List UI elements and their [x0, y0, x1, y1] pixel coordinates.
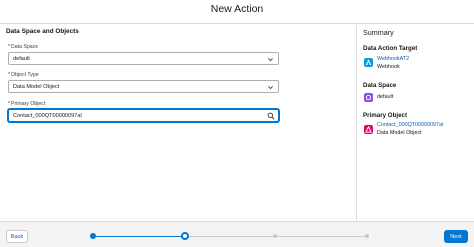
progress-step-4[interactable] — [365, 234, 369, 238]
page-title: New Action — [210, 3, 264, 15]
data-space-label-text: Data Space — [11, 44, 39, 50]
target-type: Webhook — [377, 64, 400, 70]
data-space-select[interactable]: default — [8, 52, 279, 65]
primary-object-heading: Primary Object — [363, 112, 408, 119]
webhook-icon — [364, 58, 373, 67]
back-button[interactable]: Back — [6, 230, 28, 243]
summary-title: Summary — [363, 28, 394, 37]
object-icon — [364, 125, 373, 134]
target-name-link[interactable]: WebhookAT2 — [377, 56, 409, 62]
primary-object-label: *Primary Object — [8, 101, 45, 107]
object-type-value: Data Model Object — [13, 83, 60, 90]
data-space-summary-value: default — [377, 94, 394, 100]
required-mark: * — [8, 101, 11, 107]
object-type-label: *Object Type — [8, 72, 39, 78]
modal-header: New Action — [0, 0, 474, 24]
next-button[interactable]: Next — [444, 230, 468, 243]
primary-object-search-input[interactable]: Contact_000QT00000097al — [8, 109, 279, 122]
progress-step-2[interactable] — [181, 232, 189, 240]
progress-step-3[interactable] — [273, 234, 277, 238]
primary-object-link[interactable]: Contact_000QT00000097al — [377, 122, 443, 128]
primary-object-type: Data Model Object — [377, 130, 422, 136]
form-panel: Data Space and Objects *Data Space defau… — [0, 25, 356, 221]
section-title: Data Space and Objects — [6, 28, 79, 35]
footer: Back Next — [0, 221, 474, 247]
search-icon[interactable] — [267, 112, 275, 120]
chevron-down-icon — [268, 58, 273, 62]
progress-step-1[interactable] — [90, 233, 96, 239]
data-space-value: default — [13, 55, 30, 62]
object-type-label-text: Object Type — [11, 72, 39, 78]
required-mark: * — [8, 44, 11, 50]
required-mark: * — [8, 72, 11, 78]
summary-panel: Summary Data Action Target WebhookAT2 We… — [356, 25, 474, 221]
target-heading: Data Action Target — [363, 45, 418, 52]
primary-object-value: Contact_000QT00000097al — [13, 112, 82, 119]
primary-object-label-text: Primary Object — [11, 101, 46, 107]
data-space-label: *Data Space — [8, 44, 38, 50]
data-space-icon — [364, 93, 373, 102]
progress-track-complete — [93, 236, 185, 237]
chevron-down-icon — [268, 86, 273, 90]
data-space-heading: Data Space — [363, 82, 397, 89]
object-type-select[interactable]: Data Model Object — [8, 80, 279, 93]
